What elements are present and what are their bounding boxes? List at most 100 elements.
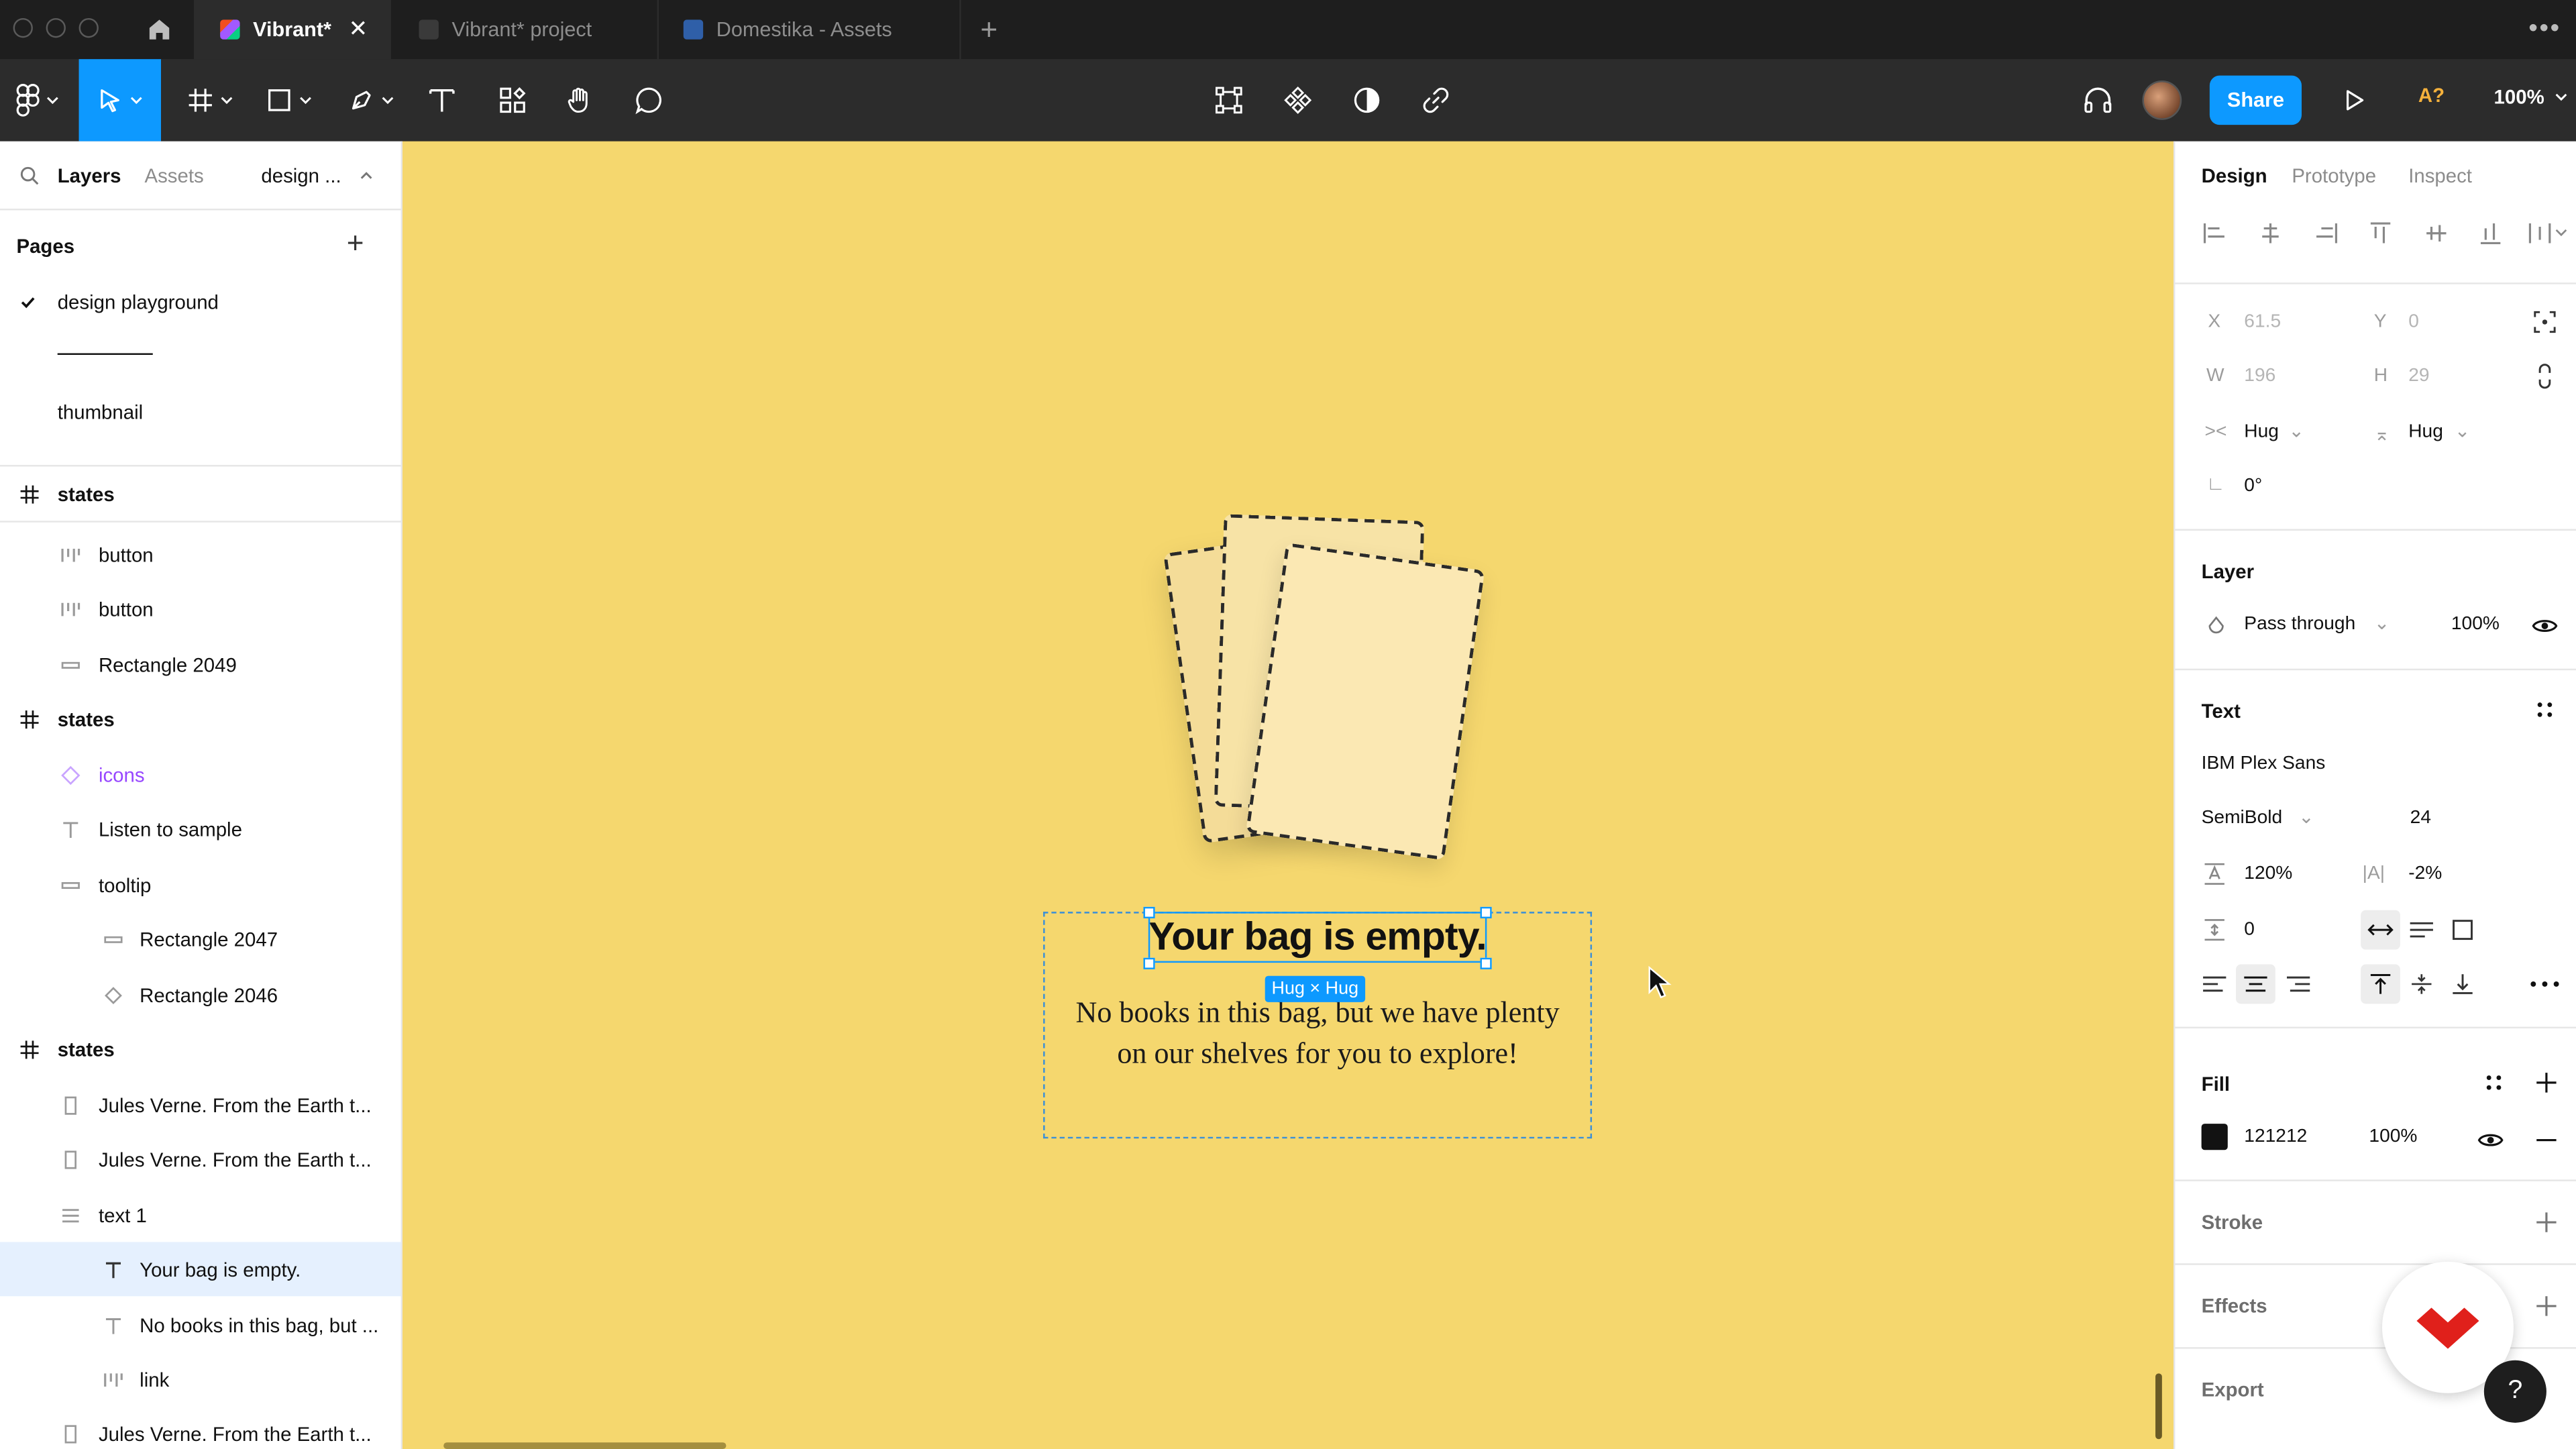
layer-row-selected[interactable]: Your bag is empty.	[0, 1242, 401, 1297]
selection-box[interactable]	[1148, 912, 1487, 963]
h-input[interactable]: 29	[2408, 366, 2429, 386]
y-input[interactable]: 0	[2408, 312, 2419, 331]
avatar[interactable]	[2142, 80, 2182, 120]
distribute-icon[interactable]	[2527, 220, 2570, 246]
layer-row[interactable]: Rectangle 2046	[0, 967, 401, 1022]
layer-row[interactable]: text 1	[0, 1188, 401, 1242]
edit-object-tool[interactable]	[1206, 59, 1252, 141]
resources-tool[interactable]	[486, 59, 539, 141]
pen-tool[interactable]	[338, 59, 404, 141]
window-zoom-control[interactable]	[78, 17, 99, 38]
align-bottom-icon[interactable]	[2477, 220, 2504, 246]
tab-domestika-assets[interactable]: Domestika - Assets	[660, 0, 961, 60]
more-options-icon[interactable]: •••	[2527, 13, 2563, 46]
resize-handle[interactable]	[1143, 906, 1155, 918]
new-tab-button[interactable]: +	[973, 13, 1006, 46]
help-button[interactable]: ?	[2483, 1360, 2546, 1423]
blend-mode-dropdown[interactable]: Pass through	[2244, 614, 2355, 634]
layer-row[interactable]: Jules Verne. From the Earth t...	[0, 1406, 401, 1449]
page-design-playground[interactable]: design playground	[58, 290, 219, 313]
eye-icon[interactable]	[2532, 612, 2558, 639]
page-switcher[interactable]: design ...	[261, 164, 341, 187]
w-input[interactable]: 196	[2244, 366, 2275, 386]
fixed-size-icon[interactable]	[2449, 917, 2475, 943]
layer-row[interactable]: No books in this bag, but ...	[0, 1298, 401, 1352]
zoom-dropdown[interactable]: 100%	[2494, 85, 2568, 109]
line-height-input[interactable]: 120%	[2244, 864, 2292, 883]
fill-styles-icon[interactable]	[2481, 1069, 2507, 1095]
layer-row[interactable]: button	[0, 582, 401, 636]
rotation-input[interactable]: 0°	[2244, 476, 2262, 496]
close-tab-icon[interactable]: ✕	[347, 16, 370, 39]
tab-inspect[interactable]: Inspect	[2408, 164, 2472, 187]
tab-vibrant[interactable]: Vibrant* ✕	[193, 0, 391, 60]
layer-row[interactable]: states	[0, 1022, 401, 1076]
align-right-icon[interactable]	[2313, 220, 2339, 246]
resize-handle[interactable]	[1143, 957, 1155, 969]
align-top-icon[interactable]	[2367, 220, 2394, 246]
absolute-position-icon[interactable]	[2532, 309, 2558, 335]
tab-prototype[interactable]: Prototype	[2292, 164, 2376, 187]
add-effect-icon[interactable]	[2533, 1293, 2559, 1319]
chevron-up-icon[interactable]	[360, 169, 373, 182]
link-tool[interactable]	[1413, 59, 1459, 141]
tab-layers[interactable]: Layers	[58, 164, 121, 187]
mask-tool[interactable]	[1344, 59, 1390, 141]
layer-row[interactable]: Rectangle 2049	[0, 637, 401, 692]
align-middle-v-icon[interactable]	[2423, 220, 2449, 246]
layer-row[interactable]: states	[0, 692, 401, 746]
text-align-middle-icon[interactable]	[2408, 971, 2434, 997]
tab-vibrant-project[interactable]: Vibrant* project	[392, 0, 659, 60]
align-left-icon[interactable]	[2202, 220, 2228, 246]
layer-row[interactable]: Jules Verne. From the Earth t...	[0, 1078, 401, 1132]
add-page-icon[interactable]: +	[347, 227, 364, 261]
fill-hex-input[interactable]: 121212	[2244, 1127, 2307, 1146]
text-align-bottom-icon[interactable]	[2449, 971, 2475, 997]
vertical-scrollbar[interactable]	[2155, 1373, 2162, 1440]
align-center-h-icon[interactable]	[2257, 220, 2284, 246]
resize-handle[interactable]	[1480, 957, 1492, 969]
share-button[interactable]: Share	[2209, 75, 2302, 125]
create-component-tool[interactable]	[1275, 59, 1321, 141]
layer-row[interactable]: Jules Verne. From the Earth t...	[0, 1132, 401, 1186]
layer-row[interactable]: button	[0, 527, 401, 582]
layer-row[interactable]: tooltip	[0, 857, 401, 912]
shape-tool[interactable]	[256, 59, 322, 141]
resize-handle[interactable]	[1480, 906, 1492, 918]
tab-assets[interactable]: Assets	[145, 164, 204, 187]
constrain-proportions-icon[interactable]	[2532, 363, 2558, 389]
empty-bag-description[interactable]: No books in this bag, but we have plenty…	[1046, 992, 1589, 1074]
present-button[interactable]	[2333, 59, 2376, 141]
layer-row[interactable]: states	[0, 467, 401, 521]
page-thumbnail[interactable]: thumbnail	[58, 401, 143, 424]
fill-opacity-input[interactable]: 100%	[2369, 1127, 2417, 1146]
add-stroke-icon[interactable]	[2533, 1209, 2559, 1235]
remove-fill-icon[interactable]	[2533, 1127, 2559, 1153]
x-input[interactable]: 61.5	[2244, 312, 2281, 331]
layer-opacity-input[interactable]: 100%	[2451, 614, 2500, 634]
add-fill-icon[interactable]	[2533, 1069, 2559, 1095]
horizontal-resizing-dropdown[interactable]: Hug	[2244, 422, 2279, 441]
move-tool[interactable]	[78, 59, 162, 142]
auto-height-icon[interactable]	[2408, 917, 2434, 943]
horizontal-scrollbar[interactable]	[443, 1442, 727, 1449]
text-align-center-icon[interactable]	[2243, 971, 2269, 997]
text-align-right-icon[interactable]	[2286, 971, 2312, 997]
text-align-left-icon[interactable]	[2202, 971, 2228, 997]
letter-spacing-input[interactable]: -2%	[2408, 864, 2442, 883]
vertical-resizing-dropdown[interactable]: Hug	[2408, 422, 2443, 441]
layer-row[interactable]: Listen to sample	[0, 802, 401, 856]
more-text-options-icon[interactable]	[2528, 971, 2561, 997]
layer-row[interactable]: link	[0, 1352, 401, 1407]
font-family-dropdown[interactable]: IBM Plex Sans	[2202, 754, 2326, 773]
hand-tool[interactable]	[555, 59, 604, 141]
comment-tool[interactable]	[625, 59, 674, 141]
frame-tool[interactable]	[177, 59, 243, 141]
paragraph-spacing-input[interactable]: 0	[2244, 920, 2255, 939]
font-size-input[interactable]: 24	[2410, 808, 2431, 828]
tab-design[interactable]: Design	[2202, 164, 2267, 187]
auto-width-icon[interactable]	[2367, 917, 2394, 943]
window-close-control[interactable]	[13, 17, 33, 38]
home-button[interactable]	[135, 0, 184, 59]
fill-color-swatch[interactable]	[2201, 1124, 2228, 1150]
